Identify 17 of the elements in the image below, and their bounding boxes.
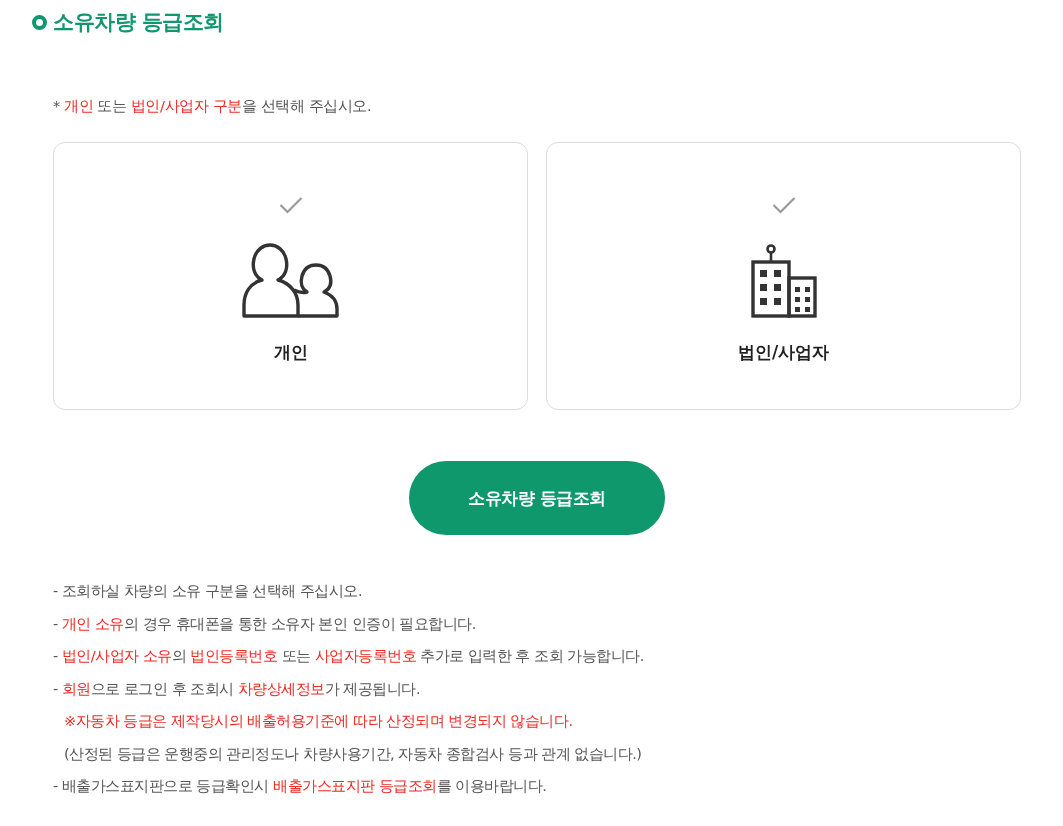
ring-icon xyxy=(32,14,47,30)
owner-type-card[interactable]: 개인 xyxy=(53,142,528,410)
owner-type-card[interactable]: 법인/사업자 xyxy=(546,142,1021,410)
instruction-text: * 개인 또는 법인/사업자 구분을 선택해 주십시오. xyxy=(53,97,372,116)
card-label: 개인 xyxy=(273,341,308,364)
note-text: (산정된 등급은 운행중의 관리정도나 차량사용기간, 자동차 종합검사 등과 관계 없습니다.) xyxy=(63,744,642,764)
building-icon xyxy=(750,244,817,318)
card-label: 법인/사업자 xyxy=(737,341,830,364)
page-title: 소유차량 등급조회 xyxy=(53,9,224,36)
search-grade-button[interactable]: 소유차량 등급조회 xyxy=(409,461,665,535)
note-text: - 조회하실 차량의 소유 구분을 선택해 주십시오. xyxy=(53,582,362,601)
note-text: ※자동차 등급은 제작당시의 배출허용기준에 따라 산정되며 변경되지 않습니다. xyxy=(63,712,573,731)
note-text: - 배출가스표지판으로 등급확인시 배출가스표지판 등급조회 를 이용바랍니다. xyxy=(53,777,547,796)
note-text: - 회원으로 로그인 후 조회시 차량상세정보가 제공됩니다. xyxy=(53,679,420,699)
note-text: - 개인 소유의 경우 휴대폰을 통한 소유자 본인 인증이 필요합니다. xyxy=(53,614,476,634)
note-text: - 법인/사업자 소유의 법인등록번호 또는 사업자등록번호 추가로 입력한 후 조회 가능합니다. xyxy=(53,647,644,666)
people-icon xyxy=(242,243,339,318)
